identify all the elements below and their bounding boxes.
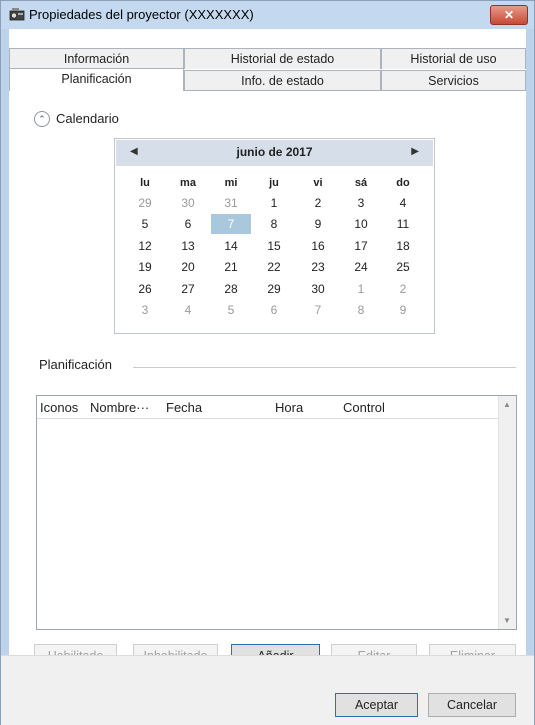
calendar-day[interactable]: 15: [254, 236, 294, 256]
tab-historial-estado[interactable]: Historial de estado: [184, 48, 381, 69]
calendar-header: ◀ junio de 2017 ▶: [116, 140, 433, 166]
schedule-section-label: Planificación: [39, 357, 112, 372]
calendar: ◀ junio de 2017 ▶ lu ma mi ju vi sá do 29 30 31 1 2…: [114, 138, 435, 334]
calendar-day[interactable]: 1: [341, 279, 381, 299]
projector-properties-window: Propiedades del proyector (XXXXXXX) ✕ In…: [0, 0, 535, 725]
calendar-day[interactable]: 7: [211, 214, 251, 234]
calendar-day[interactable]: 13: [168, 236, 208, 256]
column-header-nombre[interactable]: Nombre···: [90, 400, 149, 415]
calendar-day[interactable]: 18: [383, 236, 423, 256]
calendar-day[interactable]: 24: [341, 257, 381, 277]
calendar-day[interactable]: 9: [383, 300, 423, 320]
calendar-day[interactable]: 17: [341, 236, 381, 256]
calendar-day[interactable]: 2: [383, 279, 423, 299]
calendar-day[interactable]: 14: [211, 236, 251, 256]
scroll-up-icon[interactable]: ▲: [503, 400, 511, 409]
tab-info-estado[interactable]: Info. de estado: [184, 70, 381, 91]
weekday-label: mi: [224, 177, 238, 189]
calendar-day[interactable]: 31: [211, 193, 251, 213]
calendar-day[interactable]: 30: [298, 279, 338, 299]
calendar-day[interactable]: 29: [254, 279, 294, 299]
calendar-day[interactable]: 23: [298, 257, 338, 277]
calendar-day[interactable]: 22: [254, 257, 294, 277]
calendar-day[interactable]: 2: [298, 193, 338, 213]
calendar-day[interactable]: 12: [125, 236, 165, 256]
column-header-hora[interactable]: Hora: [275, 400, 303, 415]
vertical-scrollbar[interactable]: ▲ ▼: [498, 396, 516, 629]
scroll-down-icon[interactable]: ▼: [503, 616, 511, 625]
column-header-control[interactable]: Control: [343, 400, 385, 415]
schedule-list-header: Iconos Nombre··· Fecha Hora Control: [37, 396, 499, 419]
calendar-section-label: Calendario: [56, 111, 119, 126]
calendar-day[interactable]: 30: [168, 193, 208, 213]
tab-planificacion[interactable]: Planificación: [9, 68, 184, 91]
calendar-day[interactable]: 3: [341, 193, 381, 213]
tab-historial-uso[interactable]: Historial de uso: [381, 48, 526, 69]
calendar-day[interactable]: 28: [211, 279, 251, 299]
calendar-day[interactable]: 8: [341, 300, 381, 320]
calendar-day[interactable]: 29: [125, 193, 165, 213]
calendar-day[interactable]: 7: [298, 300, 338, 320]
calendar-day[interactable]: 9: [298, 214, 338, 234]
close-button[interactable]: ✕: [490, 5, 528, 25]
tab-informacion[interactable]: Información: [9, 48, 184, 69]
tab-row-bottom: Planificación Info. de estado Servicios: [9, 68, 526, 91]
weekday-label: do: [396, 177, 410, 189]
calendar-day[interactable]: 4: [168, 300, 208, 320]
section-divider: [133, 367, 516, 368]
weekday-label: ma: [180, 177, 196, 189]
calendar-day[interactable]: 21: [211, 257, 251, 277]
calendar-day[interactable]: 3: [125, 300, 165, 320]
projector-icon: [9, 8, 25, 21]
calendar-day[interactable]: 26: [125, 279, 165, 299]
calendar-day[interactable]: 1: [254, 193, 294, 213]
weekday-label: vi: [313, 177, 323, 189]
next-month-button[interactable]: ▶: [411, 146, 419, 157]
calendar-day[interactable]: 16: [298, 236, 338, 256]
column-header-fecha[interactable]: Fecha: [166, 400, 202, 415]
column-header-iconos[interactable]: Iconos: [40, 400, 78, 415]
calendar-day[interactable]: 10: [341, 214, 381, 234]
title-bar[interactable]: Propiedades del proyector (XXXXXXX) ✕: [1, 1, 534, 29]
calendar-day[interactable]: 8: [254, 214, 294, 234]
calendar-day[interactable]: 25: [383, 257, 423, 277]
schedule-list[interactable]: Iconos Nombre··· Fecha Hora Control ▲ ▼: [36, 395, 517, 630]
calendar-day[interactable]: 5: [125, 214, 165, 234]
weekday-label: ju: [269, 177, 279, 189]
calendar-day[interactable]: 6: [168, 214, 208, 234]
calendar-day[interactable]: 4: [383, 193, 423, 213]
calendar-day[interactable]: 11: [383, 214, 423, 234]
ok-button[interactable]: Aceptar: [335, 693, 418, 717]
calendar-day[interactable]: 6: [254, 300, 294, 320]
tab-servicios[interactable]: Servicios: [381, 70, 526, 91]
weekday-label: sá: [354, 177, 368, 189]
calendar-day[interactable]: 27: [168, 279, 208, 299]
calendar-day[interactable]: 19: [125, 257, 165, 277]
tab-row-top: Información Historial de estado Historia…: [9, 48, 526, 69]
calendar-month-title[interactable]: junio de 2017: [116, 145, 433, 159]
chevron-up-icon[interactable]: ⌃: [34, 111, 50, 127]
weekday-label: lu: [140, 177, 150, 189]
window-title: Propiedades del proyector (XXXXXXX): [29, 7, 254, 22]
dialog-footer: Aceptar Cancelar: [1, 655, 534, 725]
cancel-button[interactable]: Cancelar: [428, 693, 516, 717]
calendar-day[interactable]: 20: [168, 257, 208, 277]
calendar-day[interactable]: 5: [211, 300, 251, 320]
